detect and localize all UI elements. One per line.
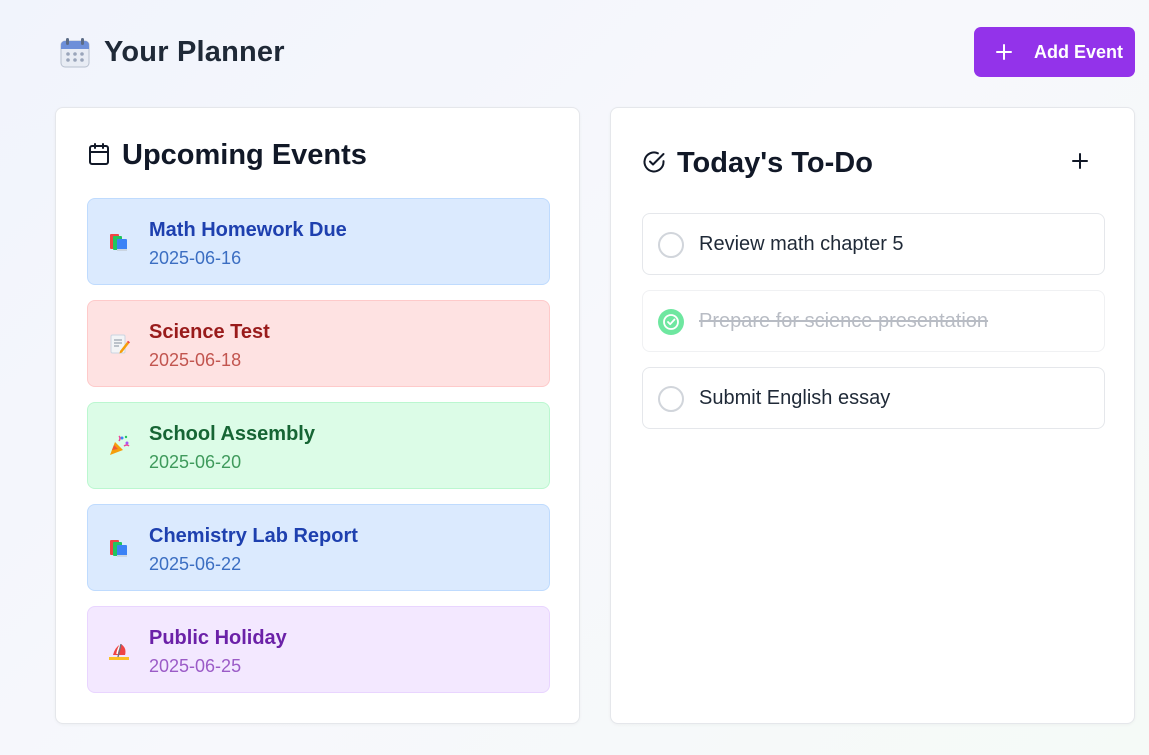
event-card[interactable]: Public Holiday 2025-06-25 <box>87 606 550 693</box>
add-event-label: Add Event <box>1034 42 1124 62</box>
todo-checkbox[interactable] <box>658 232 684 258</box>
add-todo-button[interactable] <box>1069 150 1091 172</box>
event-date: 2025-06-18 <box>149 350 242 370</box>
beach-umbrella-icon <box>107 638 131 662</box>
event-title: Chemistry Lab Report <box>149 525 358 547</box>
upcoming-events-title: Upcoming Events <box>122 139 367 171</box>
check-icon <box>663 314 679 330</box>
event-card[interactable]: Math Homework Due 2025-06-16 <box>87 198 550 285</box>
calendar-emoji-icon <box>60 38 90 68</box>
event-title: Science Test <box>149 321 270 343</box>
event-card[interactable]: School Assembly 2025-06-20 <box>87 402 550 489</box>
event-date: 2025-06-22 <box>149 554 242 574</box>
party-popper-icon <box>107 434 131 458</box>
event-date: 2025-06-25 <box>149 656 242 676</box>
event-card[interactable]: Chemistry Lab Report 2025-06-22 <box>87 504 550 591</box>
event-date: 2025-06-20 <box>149 452 242 472</box>
calendar-outline-icon <box>87 142 111 166</box>
event-title: Math Homework Due <box>149 219 347 241</box>
books-icon <box>107 536 131 560</box>
todo-text: Review math chapter 5 <box>699 233 904 255</box>
add-event-button[interactable]: Add Event <box>974 27 1135 77</box>
event-title: Public Holiday <box>149 627 287 649</box>
event-date: 2025-06-16 <box>149 248 242 268</box>
todo-checkbox[interactable] <box>658 386 684 412</box>
memo-icon <box>107 332 131 356</box>
event-title: School Assembly <box>149 423 315 445</box>
todo-item[interactable]: Review math chapter 5 <box>642 213 1105 275</box>
plus-icon <box>994 42 1014 62</box>
check-circle-icon <box>642 150 666 174</box>
event-card[interactable]: Science Test 2025-06-18 <box>87 300 550 387</box>
app-title: Your Planner <box>104 36 285 68</box>
upcoming-events-panel: Upcoming Events Math Homework Due 2025-0… <box>55 107 580 724</box>
todo-text: Prepare for science presentation <box>699 310 989 332</box>
todo-title: Today's To-Do <box>677 147 873 179</box>
books-icon <box>107 230 131 254</box>
header: Your Planner Add Event <box>56 27 1135 77</box>
todo-item[interactable]: Submit English essay <box>642 367 1105 429</box>
todo-text: Submit English essay <box>699 387 891 409</box>
todo-item[interactable]: Prepare for science presentation <box>642 290 1105 352</box>
todo-panel: Today's To-Do Review math chapter 5 Prep… <box>610 107 1135 724</box>
todo-checkbox-checked[interactable] <box>658 309 684 335</box>
